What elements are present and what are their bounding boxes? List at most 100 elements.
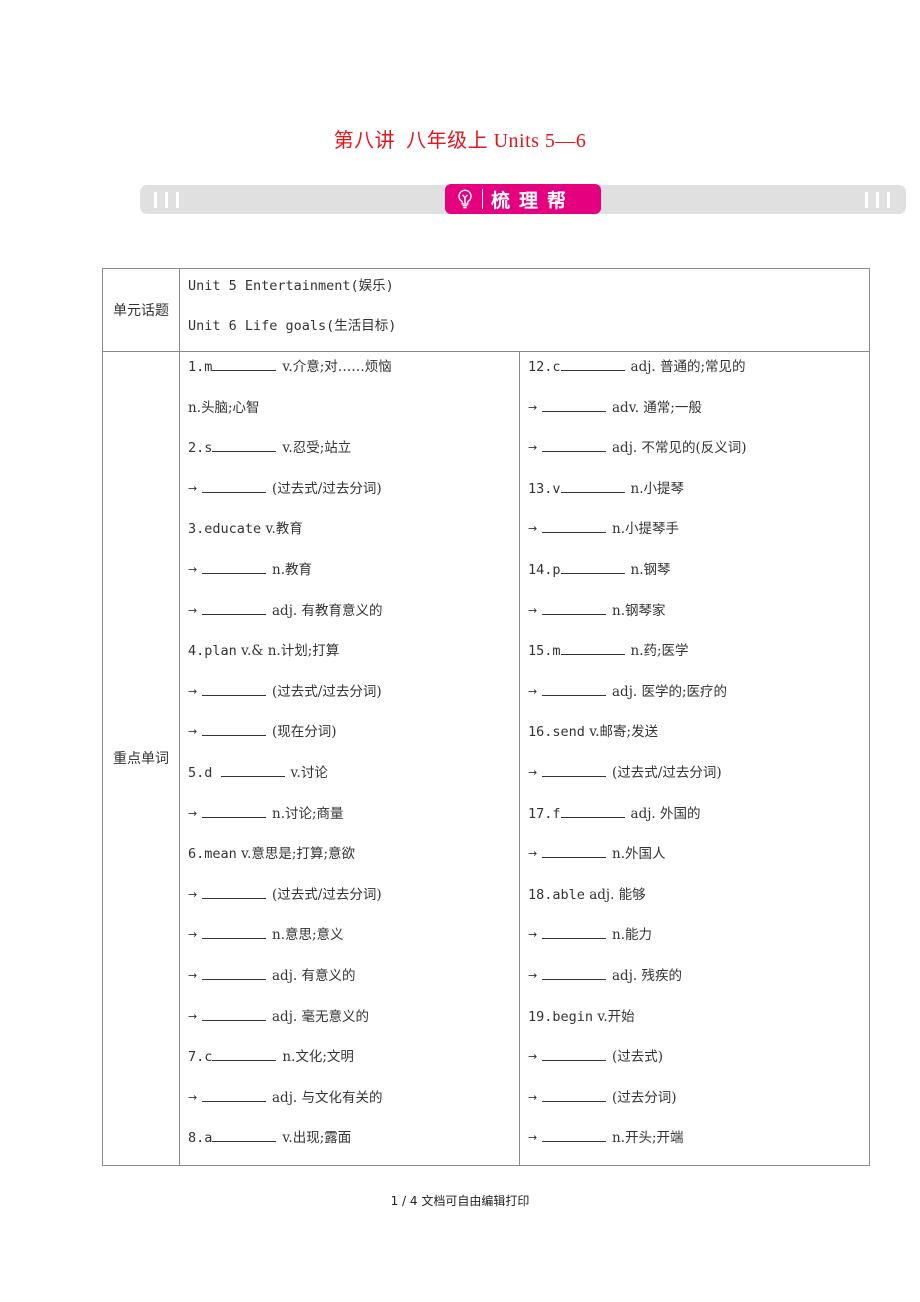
- fill-in-blank[interactable]: [560, 354, 625, 371]
- fill-in-blank[interactable]: [212, 1044, 277, 1062]
- word-meaning: adj. 有教育意义的: [272, 602, 383, 619]
- fill-in-blank[interactable]: [542, 1085, 606, 1102]
- fill-in-blank[interactable]: [560, 476, 625, 493]
- arrow-icon: →: [188, 725, 198, 739]
- word-prefix: 6.mean: [188, 846, 237, 863]
- word-meaning: n.小提琴手: [612, 521, 679, 538]
- topics-header: 单元话题: [102, 268, 180, 352]
- vocab-item: → (过去式/过去分词): [180, 678, 519, 719]
- fill-in-blank[interactable]: [202, 882, 266, 899]
- vocab-item: 13.v n.小提琴: [520, 475, 869, 516]
- word-prefix: 19.begin: [528, 1008, 594, 1025]
- vocab-item: → n.开头;开端: [520, 1124, 869, 1165]
- word-meaning: adj. 普通的;常见的: [630, 359, 746, 375]
- vocab-item: → (过去分词): [520, 1084, 869, 1125]
- fill-in-blank[interactable]: [202, 1004, 266, 1021]
- banner-stripes-left: [154, 192, 179, 208]
- fill-in-blank[interactable]: [202, 922, 266, 940]
- vocab-item: 16.send v.邮寄;发送: [520, 718, 869, 759]
- arrow-icon: →: [188, 806, 198, 820]
- vocab-item: 2.s v.忍受;站立: [180, 434, 519, 475]
- vocab-item: 12.c adj. 普通的;常见的: [520, 353, 869, 394]
- word-meaning: n.药;医学: [630, 643, 689, 660]
- word-meaning: (现在分词): [272, 724, 337, 741]
- vocab-item: → (过去式): [520, 1043, 869, 1084]
- vocab-item: → (过去式/过去分词): [180, 475, 519, 516]
- vocab-table: 单元话题 Unit 5 Entertainment(娱乐) Unit 6 Lif…: [102, 268, 870, 1166]
- fill-in-blank[interactable]: [202, 963, 266, 980]
- topic-line: Unit 6 Life goals(生活目标): [188, 318, 397, 334]
- word-meaning: adj. 毫无意义的: [272, 1008, 369, 1025]
- word-meaning: n.意思;意义: [272, 927, 344, 944]
- fill-in-blank[interactable]: [542, 516, 606, 534]
- arrow-icon: →: [188, 1009, 198, 1023]
- word-meaning: n.能力: [612, 927, 652, 944]
- fill-in-blank[interactable]: [542, 1044, 606, 1062]
- word-meaning: adj. 不常见的(反义词): [612, 440, 747, 457]
- fill-in-blank[interactable]: [560, 638, 625, 656]
- word-meaning: n.钢琴: [630, 561, 671, 578]
- fill-in-blank[interactable]: [560, 801, 625, 818]
- fill-in-blank[interactable]: [542, 922, 606, 940]
- word-meaning: v.开始: [597, 1008, 635, 1025]
- fill-in-blank[interactable]: [560, 557, 625, 574]
- banner-stripes-right: [865, 192, 890, 208]
- fill-in-blank[interactable]: [212, 1125, 277, 1143]
- word-prefix: 1.m: [188, 359, 213, 375]
- word-meaning: v.讨论: [290, 764, 328, 781]
- fill-in-blank[interactable]: [202, 801, 266, 818]
- vocab-item: → n.钢琴家: [520, 597, 869, 638]
- fill-in-blank[interactable]: [212, 354, 277, 371]
- word-meaning: n.开头;开端: [612, 1130, 684, 1147]
- fill-in-blank[interactable]: [542, 435, 606, 453]
- vocab-item: → n.意思;意义: [180, 921, 519, 962]
- vocab-item: → adj. 有教育意义的: [180, 597, 519, 638]
- fill-in-blank[interactable]: [202, 557, 266, 574]
- vocab-item: → adj. 有意义的: [180, 962, 519, 1003]
- vocab-header: 重点单词: [102, 351, 180, 1166]
- fill-in-blank[interactable]: [202, 476, 266, 493]
- fill-in-blank[interactable]: [202, 1085, 266, 1102]
- vocab-item: → adv. 通常;一般: [520, 394, 869, 435]
- fill-in-blank[interactable]: [542, 963, 606, 980]
- word-meaning: (过去式/过去分词): [272, 480, 382, 497]
- word-meaning: v.出现;露面: [282, 1130, 352, 1147]
- word-prefix: 14.p: [528, 561, 561, 578]
- vocab-item: 3.educate v.教育: [180, 515, 519, 556]
- fill-in-blank[interactable]: [542, 841, 606, 859]
- vocab-item: 4.plan v.& n.计划;打算: [180, 637, 519, 678]
- vocab-item: 8.a v.出现;露面: [180, 1124, 519, 1165]
- fill-in-blank[interactable]: [542, 395, 606, 412]
- word-prefix: 7.c: [188, 1049, 213, 1066]
- arrow-icon: →: [188, 1090, 198, 1104]
- fill-in-blank[interactable]: [542, 1125, 606, 1143]
- arrow-icon: →: [528, 1131, 538, 1145]
- arrow-icon: →: [528, 1090, 538, 1104]
- fill-in-blank[interactable]: [202, 719, 266, 737]
- word-prefix: 12.c: [528, 359, 561, 375]
- fill-in-blank[interactable]: [542, 598, 606, 615]
- vocab-item: 15.m n.药;医学: [520, 637, 869, 678]
- arrow-icon: →: [188, 684, 198, 698]
- arrow-icon: →: [528, 400, 538, 414]
- vocab-item: → n.讨论;商量: [180, 800, 519, 841]
- arrow-icon: →: [528, 968, 538, 982]
- word-meaning: n.文化;文明: [282, 1049, 354, 1066]
- fill-in-blank[interactable]: [542, 760, 606, 777]
- arrow-icon: →: [528, 1050, 538, 1064]
- fill-in-blank[interactable]: [220, 760, 285, 777]
- fill-in-blank[interactable]: [202, 679, 266, 696]
- page-footer: 1 / 4 文档可自由编辑打印: [390, 1194, 530, 1208]
- vocab-item: → (过去式/过去分词): [180, 881, 519, 922]
- vocab-item: → adj. 与文化有关的: [180, 1084, 519, 1125]
- word-meaning: n.讨论;商量: [272, 805, 344, 822]
- fill-in-blank[interactable]: [202, 598, 266, 615]
- fill-in-blank[interactable]: [542, 679, 606, 696]
- word-prefix: 17.f: [528, 805, 561, 822]
- word-prefix: 16.send: [528, 724, 585, 741]
- vocab-item: → adj. 医学的;医疗的: [520, 678, 869, 719]
- vocab-item: → n.教育: [180, 556, 519, 597]
- word-meaning: v.教育: [265, 521, 303, 538]
- fill-in-blank[interactable]: [212, 435, 277, 453]
- vocab-item: → adj. 残疾的: [520, 962, 869, 1003]
